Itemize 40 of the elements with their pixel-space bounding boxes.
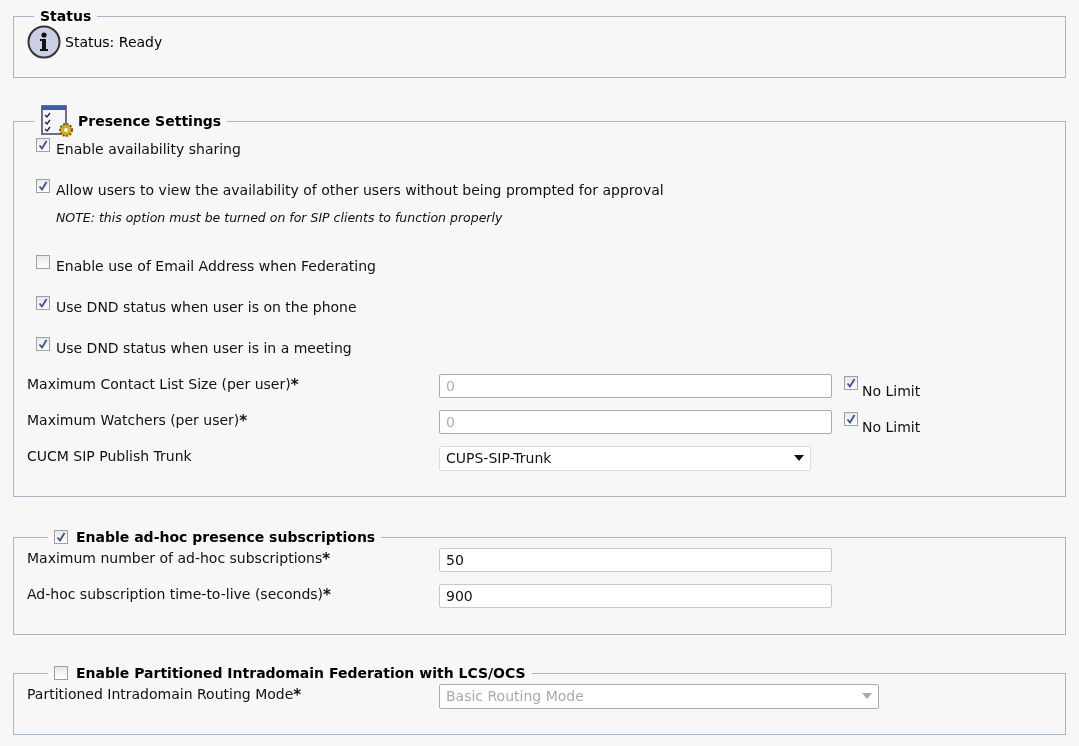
info-icon xyxy=(27,25,61,59)
check-icon xyxy=(38,140,48,150)
field-label: CUCM SIP Publish Trunk xyxy=(27,446,193,466)
check-icon xyxy=(38,297,48,308)
checkbox-label: Enable availability sharing xyxy=(56,140,241,159)
checkbox[interactable] xyxy=(36,254,50,269)
section-title: Enable Partitioned Intradomain Federation with LCS/OCS xyxy=(76,663,526,683)
check-icon xyxy=(38,181,48,191)
section-title: Presence Settings xyxy=(78,111,222,131)
section-title: Status xyxy=(39,7,93,26)
checkbox[interactable] xyxy=(36,295,50,310)
checkbox-label: Allow users to view the availability of other users without being prompted for approval xyxy=(56,181,664,200)
checkbox[interactable] xyxy=(36,336,50,351)
checkbox-label: Use DND status when user is on the phone xyxy=(56,297,357,317)
checkbox[interactable] xyxy=(54,666,68,681)
field-label: Ad-hoc subscription time-to-live (seconds)* xyxy=(27,584,332,606)
settings-icon xyxy=(40,104,74,138)
caret-icon xyxy=(862,693,872,700)
checkbox-label: Enable use of Email Address when Federating xyxy=(56,256,376,276)
checkbox[interactable] xyxy=(36,138,50,152)
checkbox-label: Use DND status when user is in a meeting xyxy=(56,338,352,358)
field-label: Partitioned Intradomain Routing Mode* xyxy=(27,684,303,706)
dropdown[interactable]: CUPS-SIP-Trunk xyxy=(439,445,811,471)
field-label: Maximum number of ad-hoc subscriptions* xyxy=(27,548,332,570)
field-label: Maximum Contact List Size (per user)* xyxy=(27,374,300,396)
section-title: Enable ad-hoc presence subscriptions xyxy=(76,527,376,547)
note-text: NOTE: this option must be turned on for SIP clients to function properly xyxy=(56,209,504,227)
checkbox-label: No Limit xyxy=(862,381,921,401)
status-message: Status: Ready xyxy=(65,32,163,52)
checkbox-label: No Limit xyxy=(862,417,921,437)
check-icon xyxy=(38,338,48,349)
check-icon xyxy=(56,532,66,543)
checkbox[interactable] xyxy=(54,530,68,545)
check-icon xyxy=(846,377,856,388)
checkbox[interactable] xyxy=(36,179,50,193)
field-label: Maximum Watchers (per user)* xyxy=(27,410,249,432)
check-icon xyxy=(846,413,856,424)
text-field[interactable]: 50 xyxy=(439,547,832,572)
caret-icon xyxy=(794,455,804,462)
text-field[interactable]: 900 xyxy=(439,583,832,608)
